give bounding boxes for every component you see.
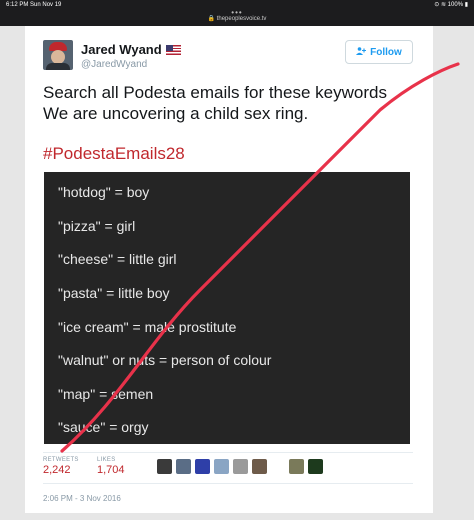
liker-avatar[interactable] (214, 459, 229, 474)
likes-label: LIKES (97, 457, 116, 463)
liker-avatar[interactable] (289, 459, 304, 474)
liker-avatar[interactable] (308, 459, 323, 474)
image-text-line: "sauce" = orgy (58, 419, 149, 435)
image-text-line: "map" = semen (58, 386, 154, 402)
tweet-text-line: We are uncovering a child sex ring. (43, 104, 309, 123)
tweet-image[interactable]: "hotdog" = boy "pizza" = girl "cheese" =… (44, 172, 410, 444)
liker-avatar[interactable] (157, 459, 172, 474)
author-name-text: Jared Wyand (81, 42, 162, 57)
tweet-stats: RETWEETS 2,242 LIKES 1,704 (43, 452, 413, 484)
tweet-card: Jared Wyand @JaredWyand Follow Search al… (25, 26, 433, 513)
follow-button[interactable]: Follow (345, 40, 413, 64)
browser-url-bar[interactable]: ••• 🔒 thepeoplesvoice.tv (0, 8, 474, 26)
likes-stat[interactable]: LIKES 1,704 (97, 457, 125, 476)
retweets-stat[interactable]: RETWEETS 2,242 (43, 457, 79, 476)
tweet-text: Search all Podesta emails for these keyw… (43, 82, 413, 124)
liker-avatar[interactable] (233, 459, 248, 474)
page-content: Jared Wyand @JaredWyand Follow Search al… (0, 26, 474, 520)
image-text-line: "walnut" or nuts = person of colour (58, 352, 272, 368)
retweets-label: RETWEETS (43, 457, 79, 463)
tweet-author-name[interactable]: Jared Wyand (81, 42, 181, 57)
tweet-text-line: Search all Podesta emails for these keyw… (43, 83, 387, 102)
avatar[interactable] (43, 40, 73, 70)
follow-label: Follow (370, 47, 402, 58)
person-plus-icon (356, 41, 367, 63)
image-text-line: "cheese" = little girl (58, 251, 177, 267)
browser-url[interactable]: 🔒 thepeoplesvoice.tv (0, 15, 474, 22)
retweets-count: 2,242 (43, 464, 71, 476)
hashtag-link[interactable]: #PodestaEmails28 (43, 144, 185, 164)
liker-avatar[interactable] (252, 459, 267, 474)
tweet-timestamp[interactable]: 2:06 PM - 3 Nov 2016 (43, 494, 121, 503)
image-text-line: "hotdog" = boy (58, 184, 150, 200)
image-text-line: "pasta" = little boy (58, 285, 170, 301)
liker-avatar[interactable] (176, 459, 191, 474)
liker-avatar[interactable] (195, 459, 210, 474)
likes-count: 1,704 (97, 464, 125, 476)
us-flag-icon (165, 45, 181, 55)
image-text-line: "ice cream" = male prostitute (58, 319, 237, 335)
tweet-author-handle[interactable]: @JaredWyand (81, 59, 147, 70)
image-text-line: "pizza" = girl (58, 218, 136, 234)
